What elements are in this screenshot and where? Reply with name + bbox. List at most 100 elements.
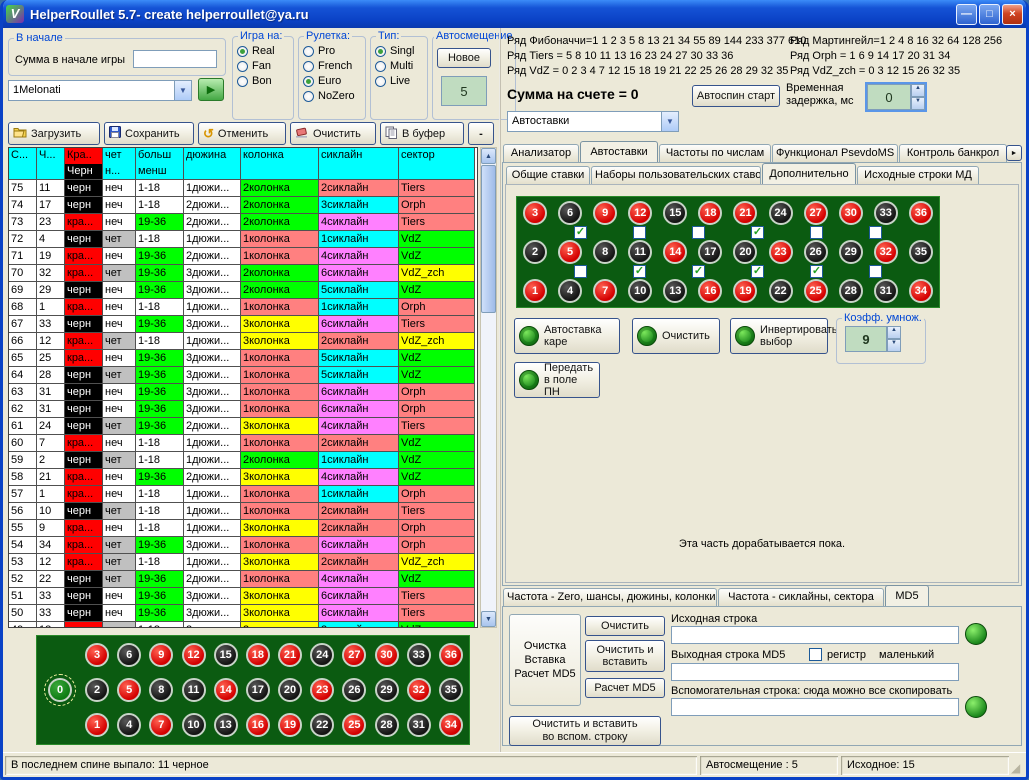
number-29[interactable]: 29	[839, 240, 863, 264]
number-3[interactable]: 3	[85, 643, 109, 667]
resize-grip-icon[interactable]: ◢	[1011, 761, 1020, 775]
load-button[interactable]: Загрузить	[8, 122, 100, 145]
bet-checkbox-checked[interactable]: ✓	[751, 226, 764, 239]
number-18[interactable]: 18	[698, 201, 722, 225]
radio-option-french[interactable]: French	[303, 60, 361, 72]
radio-option-euro[interactable]: Euro	[303, 75, 361, 87]
tab-Контроль банкрол[interactable]: Контроль банкрол	[899, 144, 1007, 162]
number-10[interactable]: 10	[628, 279, 652, 303]
tab-Наборы пользовательских ставок[interactable]: Наборы пользовательских ставок	[591, 166, 761, 184]
undo-button[interactable]: ↺ Отменить	[198, 122, 286, 145]
delay-spinner[interactable]: ▲▼	[911, 84, 925, 110]
number-32[interactable]: 32	[407, 678, 431, 702]
start-sum-input[interactable]	[133, 50, 217, 68]
history-row[interactable]: 724чернчет1-181дюжи...1колонка1сиклайнVd…	[9, 231, 477, 248]
bet-checkbox[interactable]	[810, 226, 823, 239]
number-30[interactable]: 30	[839, 201, 863, 225]
coeff-spinner[interactable]: ▲▼	[887, 326, 901, 352]
history-row[interactable]: 6231черннеч19-363дюжи...1колонка6сиклайн…	[9, 401, 477, 418]
board-zero-selected[interactable]: 0	[44, 674, 76, 706]
number-5[interactable]: 5	[117, 678, 141, 702]
tab-Частота - сиклайны, сектора[interactable]: Частота - сиклайны, сектора	[718, 588, 884, 606]
history-row[interactable]: 6331черннеч19-363дюжи...1колонка6сиклайн…	[9, 384, 477, 401]
number-14[interactable]: 14	[663, 240, 687, 264]
number-12[interactable]: 12	[182, 643, 206, 667]
md5-calc-button[interactable]: Расчет MD5	[585, 678, 665, 698]
maximize-button[interactable]: □	[979, 4, 1000, 25]
tab-Функционал PsevdoMS[interactable]: Функционал PsevdoMS	[772, 144, 898, 162]
scroll-down-button[interactable]: ▼	[481, 611, 496, 627]
save-button[interactable]: Сохранить	[104, 122, 194, 145]
scrollbar-thumb[interactable]	[481, 165, 496, 313]
history-row[interactable]: 5610чернчет1-181дюжи...1колонка2сиклайнT…	[9, 503, 477, 520]
radio-option-bon[interactable]: Bon	[237, 75, 289, 87]
number-16[interactable]: 16	[698, 279, 722, 303]
md5-source-action-button[interactable]	[965, 623, 987, 645]
spin-up-icon[interactable]: ▲	[911, 84, 925, 97]
number-28[interactable]: 28	[375, 713, 399, 737]
md5-source-input[interactable]	[671, 626, 959, 644]
history-row[interactable]: 5222чернчет19-362дюжи...1колонка4сиклайн…	[9, 571, 477, 588]
number-15[interactable]: 15	[663, 201, 687, 225]
number-19[interactable]: 19	[733, 279, 757, 303]
number-23[interactable]: 23	[769, 240, 793, 264]
tab-Исходные строки МД[interactable]: Исходные строки МД	[857, 166, 979, 184]
history-row[interactable]: 6929черннеч19-363дюжи...2колонка5сиклайн…	[9, 282, 477, 299]
minimize-button[interactable]: —	[956, 4, 977, 25]
number-35[interactable]: 35	[909, 240, 933, 264]
number-11[interactable]: 11	[182, 678, 206, 702]
history-row[interactable]: 5434кра...чет19-363дюжи...1колонка6сикла…	[9, 537, 477, 554]
radio-option-nozero[interactable]: NoZero	[303, 90, 361, 102]
number-21[interactable]: 21	[278, 643, 302, 667]
number-26[interactable]: 26	[342, 678, 366, 702]
number-32[interactable]: 32	[874, 240, 898, 264]
number-36[interactable]: 36	[439, 643, 463, 667]
number-27[interactable]: 27	[342, 643, 366, 667]
tab-Анализатор[interactable]: Анализатор	[503, 144, 579, 162]
number-4[interactable]: 4	[117, 713, 141, 737]
number-28[interactable]: 28	[839, 279, 863, 303]
number-17[interactable]: 17	[246, 678, 270, 702]
number-19[interactable]: 19	[278, 713, 302, 737]
number-7[interactable]: 7	[593, 279, 617, 303]
transfer-to-pn-button[interactable]: Передать в поле ПН	[514, 362, 600, 398]
number-34[interactable]: 34	[909, 279, 933, 303]
dropdown-arrow-icon[interactable]: ▼	[661, 112, 678, 131]
bet-checkbox-checked[interactable]: ✓	[633, 265, 646, 278]
number-25[interactable]: 25	[342, 713, 366, 737]
number-2[interactable]: 2	[85, 678, 109, 702]
number-5[interactable]: 5	[558, 240, 582, 264]
radio-option-live[interactable]: Live	[375, 75, 423, 87]
number-25[interactable]: 25	[804, 279, 828, 303]
md5-aux-input[interactable]	[671, 698, 959, 716]
number-26[interactable]: 26	[804, 240, 828, 264]
tab-Общие ставки[interactable]: Общие ставки	[506, 166, 590, 184]
md5-clear-insert-aux-button[interactable]: Очистить и вставить во вспом. строку	[509, 716, 661, 746]
clear-button[interactable]: Очистить	[290, 122, 376, 145]
number-34[interactable]: 34	[439, 713, 463, 737]
history-row[interactable]: 5821кра...неч19-362дюжи...3колонка4сикла…	[9, 469, 477, 486]
number-24[interactable]: 24	[769, 201, 793, 225]
invert-selection-button[interactable]: Инвертировать выбор	[730, 318, 828, 354]
history-row[interactable]: 6124чернчет19-362дюжи...3колонка4сиклайн…	[9, 418, 477, 435]
number-24[interactable]: 24	[310, 643, 334, 667]
radio-option-singl[interactable]: Singl	[375, 45, 423, 57]
history-row[interactable]: 7323кра...неч19-362дюжи...2колонка4сикла…	[9, 214, 477, 231]
case-checkbox[interactable]	[809, 648, 822, 661]
dropdown-arrow-icon[interactable]: ▼	[174, 81, 191, 100]
md5-aux-action-button[interactable]	[965, 696, 987, 718]
radio-option-pro[interactable]: Pro	[303, 45, 361, 57]
clear-selection-button[interactable]: Очистить	[632, 318, 720, 354]
history-row[interactable]: 7417черннеч1-182дюжи...2колонка3сиклайнO…	[9, 197, 477, 214]
history-row[interactable]: 4918кра...чет1-182дюжи...3колонка3сиклай…	[9, 622, 477, 628]
number-12[interactable]: 12	[628, 201, 652, 225]
number-8[interactable]: 8	[149, 678, 173, 702]
tab-MD5[interactable]: MD5	[885, 585, 929, 606]
bet-checkbox-checked[interactable]: ✓	[751, 265, 764, 278]
number-0[interactable]: 0	[48, 678, 72, 702]
number-21[interactable]: 21	[733, 201, 757, 225]
copy-to-buffer-button[interactable]: В буфер	[380, 122, 464, 145]
history-row[interactable]: 607кра...неч1-181дюжи...1колонка2сиклайн…	[9, 435, 477, 452]
number-33[interactable]: 33	[407, 643, 431, 667]
number-23[interactable]: 23	[310, 678, 334, 702]
